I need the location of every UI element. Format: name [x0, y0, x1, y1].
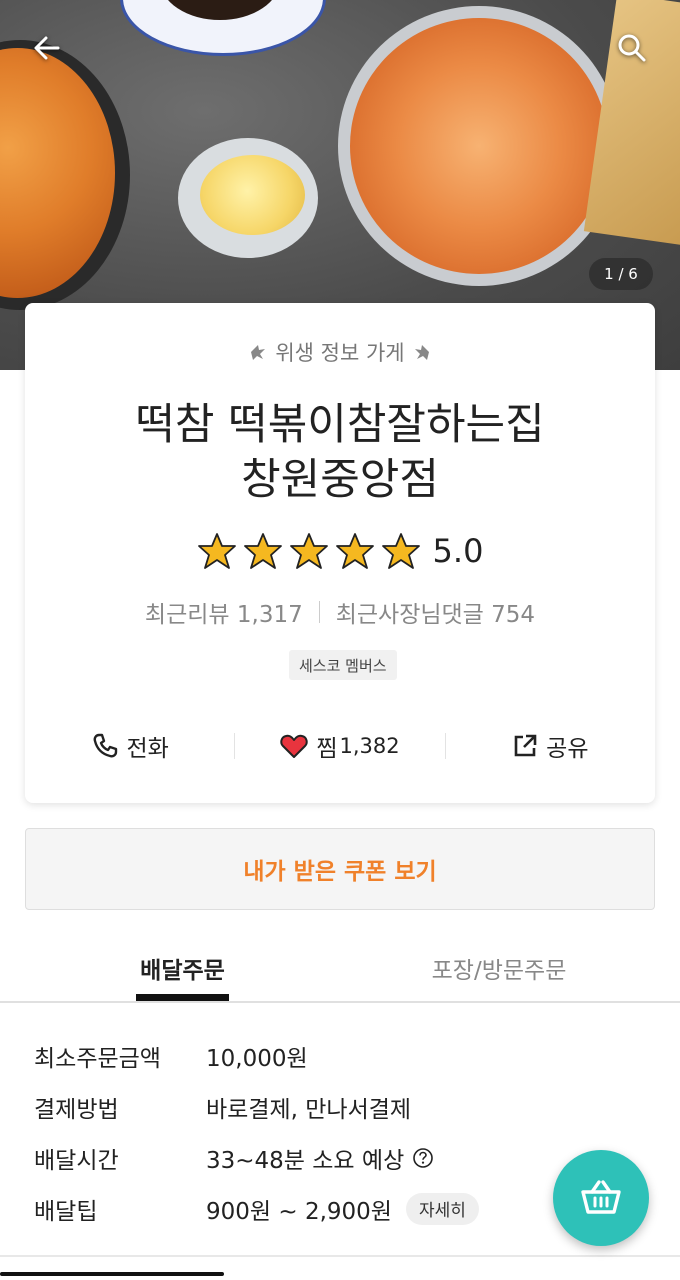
- delivery-time-value: 33~48분 소요 예상: [206, 1147, 405, 1174]
- search-icon: [618, 34, 646, 62]
- delivery-tip-value-wrap: 900원 ~ 2,900원 자세히: [206, 1192, 479, 1226]
- payment-value: 바로결제, 만나서결제: [206, 1096, 412, 1123]
- call-label: 전화: [126, 736, 169, 762]
- search-button[interactable]: [610, 26, 654, 70]
- heart-icon: [280, 734, 309, 758]
- hygiene-text: 위생 정보 가게: [275, 341, 405, 365]
- photo-tteokbokki: [350, 18, 608, 274]
- min-order-value: 10,000원: [206, 1045, 308, 1072]
- tab-delivery[interactable]: 배달주문: [136, 935, 229, 1001]
- store-name-line1: 떡참 떡볶이참잘하는집: [135, 400, 545, 450]
- star-icon: [289, 533, 328, 569]
- rating-row: 5.0: [25, 531, 655, 571]
- leaf-right-icon: [414, 345, 429, 360]
- photo-sauce: [200, 155, 305, 235]
- store-info-card: 위생 정보 가게 떡참 떡볶이참잘하는집 창원중앙점 5.0 최근리뷰 1,31…: [25, 303, 655, 803]
- delivery-tip-label: 배달팁: [34, 1198, 98, 1225]
- active-tab-indicator: [136, 994, 229, 1001]
- recent-reviews-count[interactable]: 최근리뷰 1,317: [145, 595, 303, 629]
- payment-label: 결제방법: [34, 1096, 119, 1123]
- star-icon: [381, 533, 420, 569]
- delivery-tip-row: 배달팁 900원 ~ 2,900원 자세히: [34, 1183, 634, 1234]
- share-button[interactable]: 공유: [446, 729, 655, 763]
- review-stats[interactable]: 최근리뷰 1,317 최근사장님댓글 754: [25, 595, 655, 629]
- star-icon: [197, 533, 236, 569]
- delivery-tip-value: 900원 ~ 2,900원: [206, 1198, 392, 1225]
- back-button[interactable]: [24, 26, 68, 70]
- delivery-info: 최소주문금액 10,000원 결제방법 바로결제, 만나서결제 배달시간 33~…: [34, 1030, 634, 1234]
- order-type-tabs: 배달주문 포장/방문주문: [0, 935, 680, 1003]
- delivery-time-label: 배달시간: [34, 1147, 119, 1174]
- photo-pager: 1 / 6: [589, 258, 653, 290]
- star-icon: [243, 533, 282, 569]
- store-name-line2: 창원중앙점: [241, 455, 439, 505]
- divider: [318, 601, 320, 623]
- store-name: 떡참 떡볶이참잘하는집 창원중앙점: [25, 398, 655, 508]
- min-order-label: 최소주문금액: [34, 1045, 161, 1072]
- favorite-label: 찜: [316, 736, 338, 762]
- cesco-badge: 세스코 멤버스: [289, 650, 397, 680]
- payment-row: 결제방법 바로결제, 만나서결제: [34, 1081, 634, 1132]
- scroll-indicator: [0, 1272, 224, 1276]
- phone-icon: [93, 733, 117, 758]
- favorite-count: 1,382: [339, 734, 400, 758]
- help-icon[interactable]: [412, 1147, 434, 1169]
- min-order-row: 최소주문금액 10,000원: [34, 1030, 634, 1081]
- hygiene-info-label[interactable]: 위생 정보 가게: [25, 337, 655, 367]
- basket-icon: [581, 1180, 621, 1214]
- share-icon: [514, 734, 537, 757]
- action-row: 전화 찜 1,382 공유: [25, 721, 655, 771]
- delivery-tip-detail-button[interactable]: 자세히: [405, 1192, 479, 1225]
- cart-button[interactable]: [553, 1150, 649, 1246]
- favorite-button[interactable]: 찜 1,382: [235, 729, 444, 763]
- arrow-left-icon: [34, 36, 60, 60]
- tab-pickup[interactable]: 포장/방문주문: [410, 935, 588, 1001]
- delivery-time-value-wrap: 33~48분 소요 예상: [206, 1141, 434, 1175]
- rating-score: 5.0: [432, 532, 484, 570]
- star-icon: [335, 533, 374, 569]
- share-label: 공유: [546, 736, 589, 762]
- owner-replies-count[interactable]: 최근사장님댓글 754: [336, 595, 535, 629]
- coupon-button[interactable]: 내가 받은 쿠폰 보기: [25, 828, 655, 910]
- call-button[interactable]: 전화: [25, 729, 234, 763]
- section-divider: [0, 1255, 680, 1257]
- leaf-left-icon: [251, 345, 266, 360]
- delivery-time-row: 배달시간 33~48분 소요 예상: [34, 1132, 634, 1183]
